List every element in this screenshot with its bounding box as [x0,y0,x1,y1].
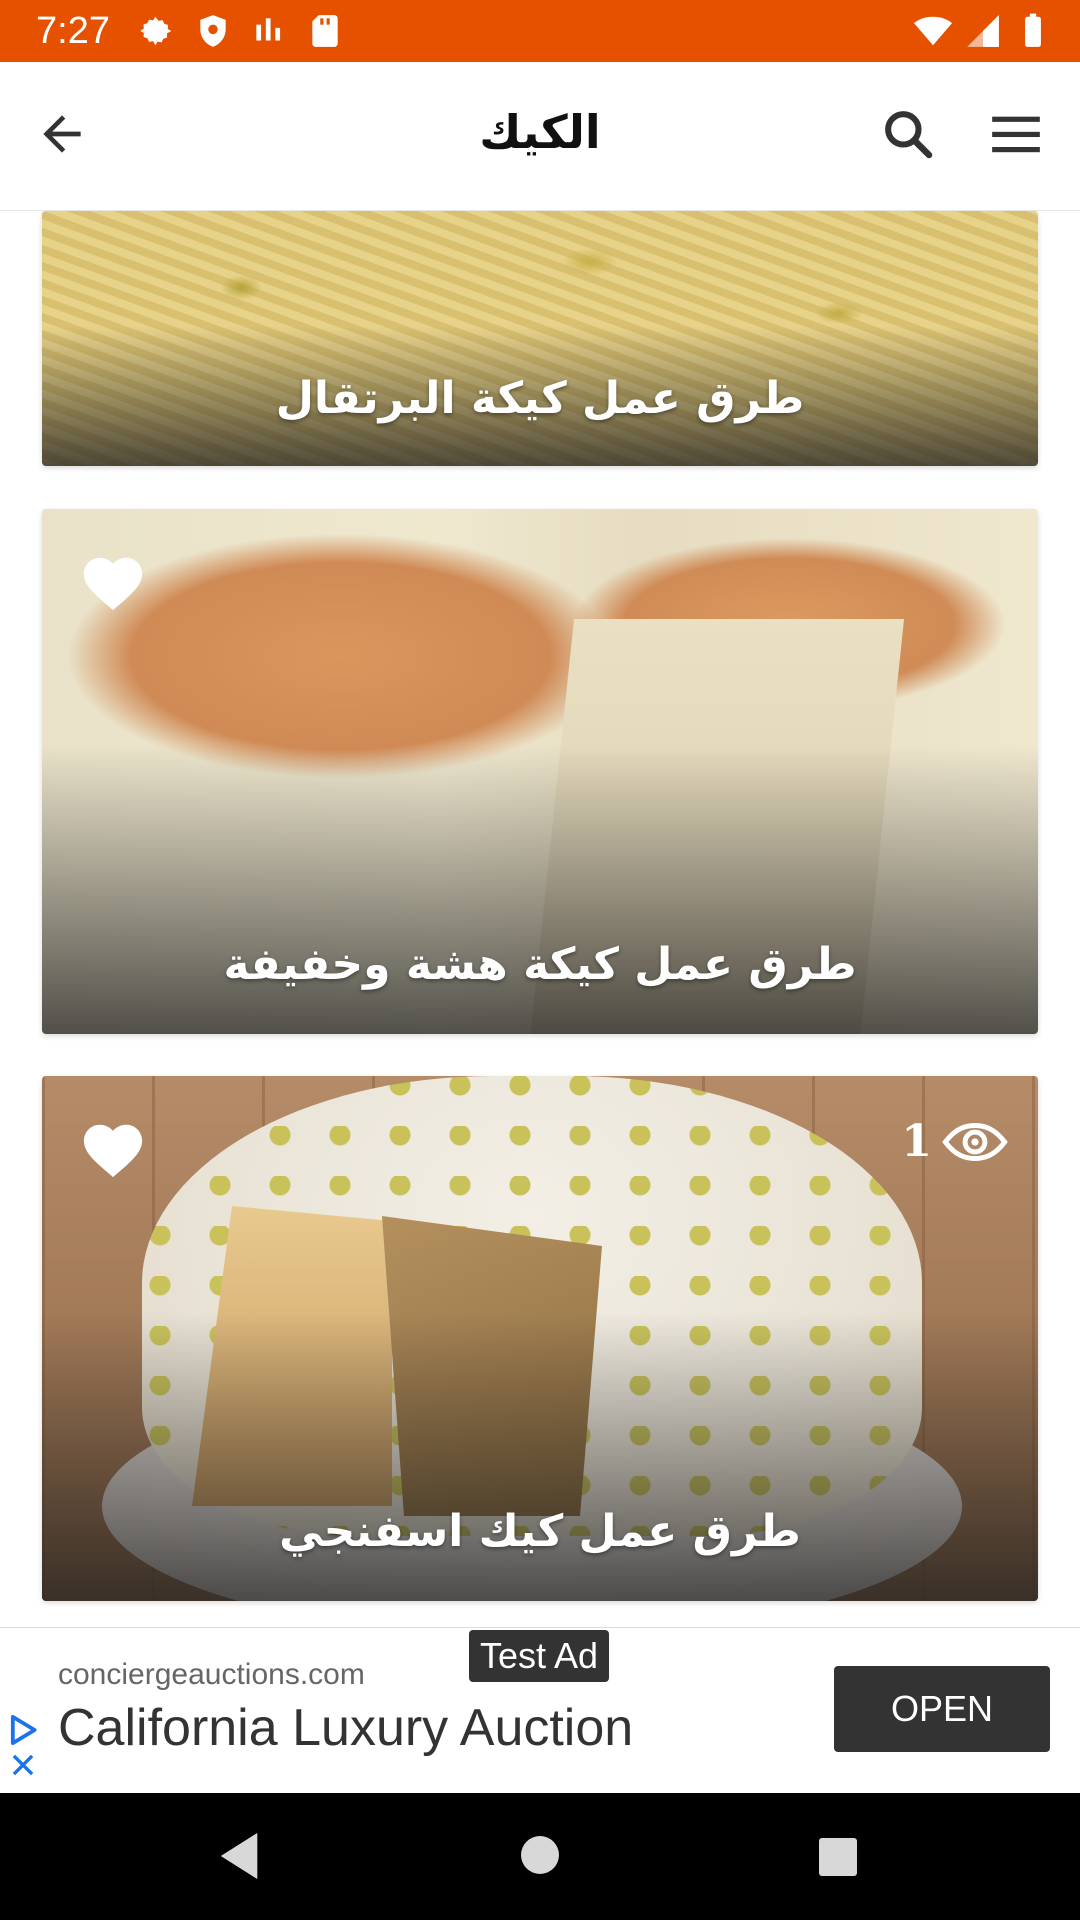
ad-close-icon[interactable] [10,1752,36,1778]
wifi-icon [914,16,952,46]
status-time: 7:27 [36,10,110,52]
views-counter: 1 [901,1116,1008,1167]
app-bar: الكيك [0,62,1080,211]
heart-icon[interactable] [78,1116,148,1180]
recipe-feed[interactable]: طرق عمل كيكة البرتقال طرق عمل كيكة هشة و… [0,211,1080,1627]
status-icons-right [914,12,1052,50]
signal-bars-icon [256,18,281,41]
recipe-card[interactable]: طرق عمل كيكة البرتقال [42,211,1038,466]
test-ad-badge: Test Ad [469,1630,609,1682]
heart-icon[interactable] [78,549,148,613]
recipe-title: طرق عمل كيكة البرتقال [275,373,805,424]
recipe-card[interactable]: طرق عمل كيكة هشة وخفيفة [42,509,1038,1034]
recipe-title: طرق عمل كيك اسفنجي [279,1506,801,1557]
hamburger-menu-icon[interactable] [990,110,1042,158]
settings-icon [140,16,172,46]
eye-icon [942,1122,1008,1161]
status-bar: 7:27 [0,0,1080,62]
sd-card-icon [312,15,338,47]
status-icons-left [138,12,344,50]
system-nav-bar [0,1793,1080,1920]
ad-open-button[interactable]: OPEN [834,1666,1050,1752]
home-circle-icon[interactable] [520,1835,560,1875]
cell-signal-icon [967,15,999,47]
search-icon[interactable] [880,106,936,162]
ad-title[interactable]: California Luxury Auction [58,1698,633,1758]
ad-banner[interactable]: Test Ad conciergeauctions.com California… [0,1627,1080,1794]
back-triangle-icon[interactable] [218,1831,262,1881]
recipe-card[interactable]: 1 طرق عمل كيك اسفنجي [42,1076,1038,1601]
recipe-title: طرق عمل كيكة هشة وخفيفة [223,939,857,990]
shield-icon [200,15,226,47]
adchoices-play-icon[interactable] [8,1714,38,1746]
views-count: 1 [901,1116,932,1167]
recents-square-icon[interactable] [818,1837,858,1877]
ad-domain[interactable]: conciergeauctions.com [58,1658,365,1692]
battery-icon [1025,13,1041,47]
